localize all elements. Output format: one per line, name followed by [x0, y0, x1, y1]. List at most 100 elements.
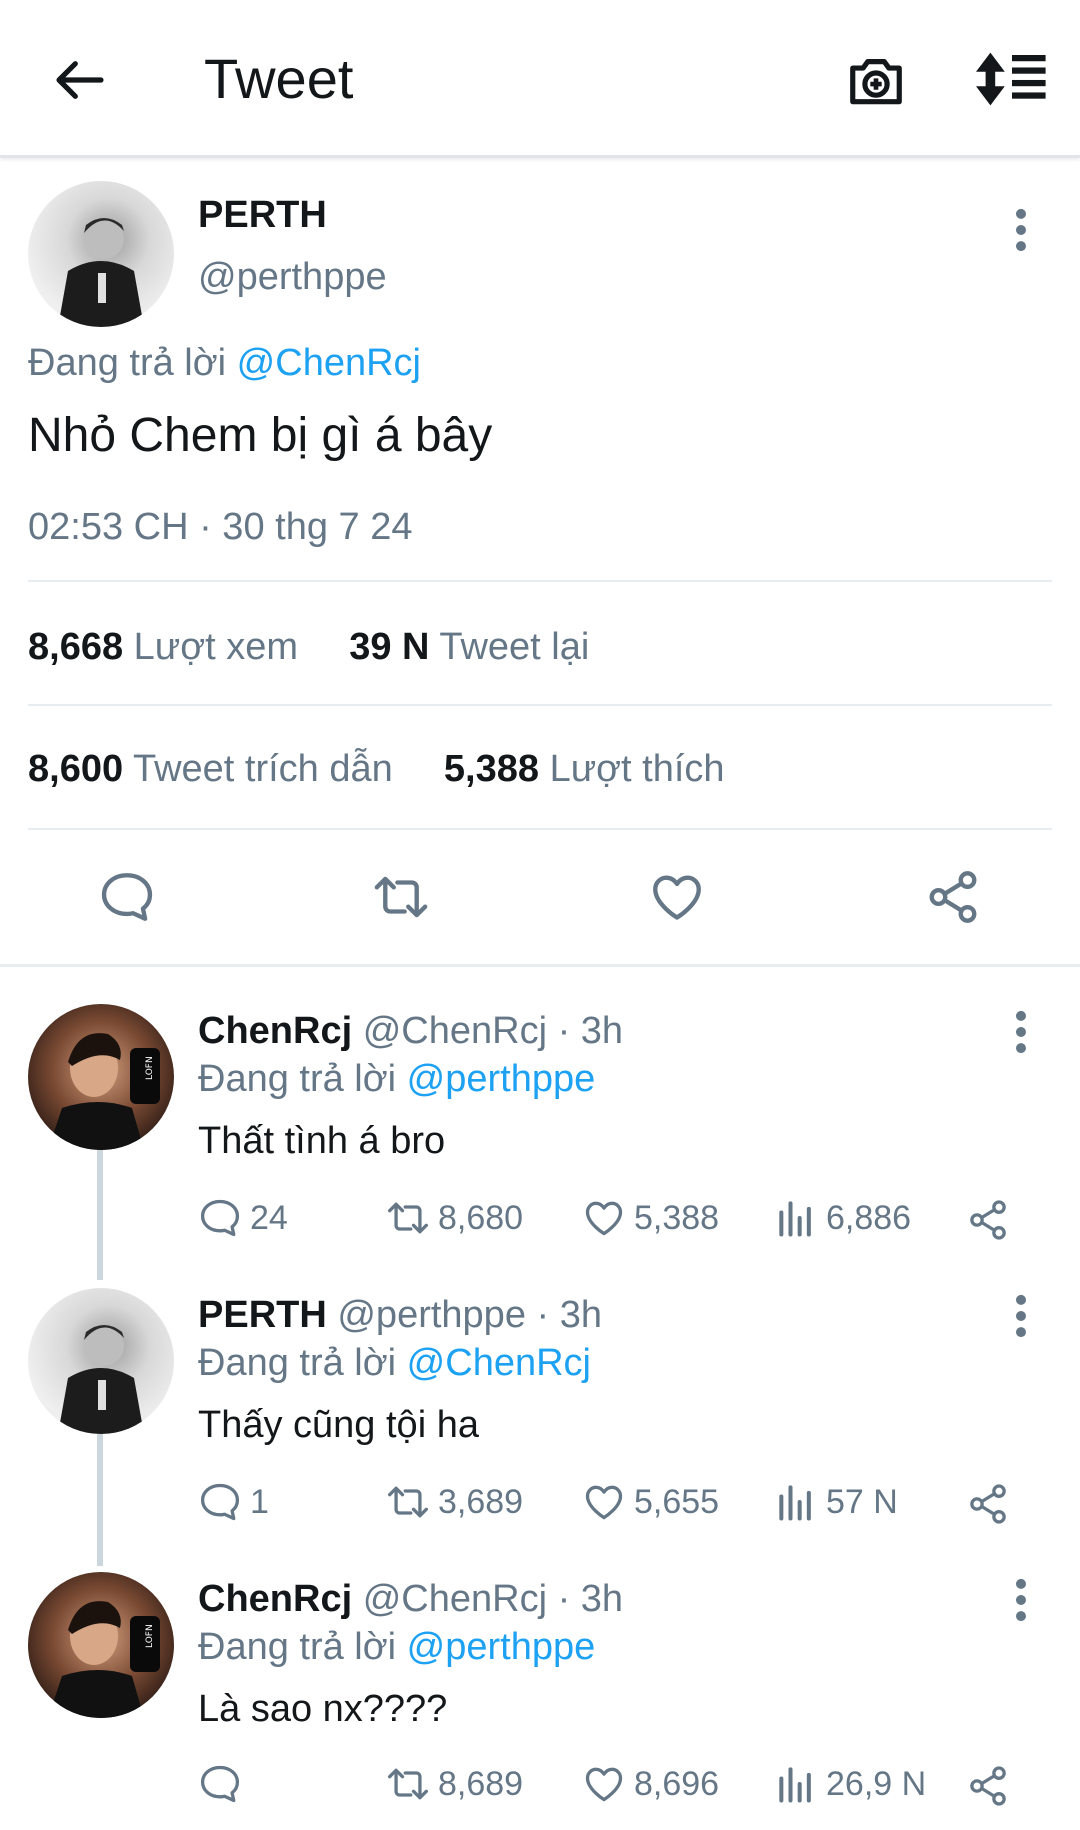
- camera-add-icon[interactable]: [845, 50, 907, 112]
- more-options-icon[interactable]: [1006, 1578, 1036, 1622]
- views-bar-chart-icon: [779, 1201, 811, 1237]
- retweet-button[interactable]: 3,689: [386, 1480, 523, 1524]
- replying-to-label: Đang trả lời: [198, 1058, 397, 1100]
- reply-avatar[interactable]: [28, 1288, 174, 1434]
- top-app-bar: Tweet: [0, 0, 1080, 158]
- reply-icon: [200, 1199, 240, 1237]
- reply-header: ChenRcj @ChenRcj · 3h: [198, 1010, 623, 1053]
- more-options-icon[interactable]: [1006, 208, 1036, 252]
- person-selfie: LOFN: [48, 1601, 160, 1718]
- reply-text: Là sao nx????: [198, 1688, 448, 1730]
- retweet-icon: [388, 1202, 428, 1234]
- replying-to-mention[interactable]: @perthppe: [407, 1626, 596, 1668]
- like-count: 5,388: [634, 1198, 720, 1237]
- views-bar-chart-icon: [779, 1767, 811, 1803]
- retweets-count[interactable]: 39 N: [349, 626, 429, 668]
- like-button[interactable]: 5,655: [582, 1480, 719, 1524]
- reply-count: 1: [250, 1482, 269, 1521]
- svg-text:LOFN: LOFN: [145, 1056, 155, 1080]
- reply-header: PERTH @perthppe · 3h: [198, 1294, 602, 1337]
- stats-row-quotes-likes: 8,600 Tweet trích dẫn 5,388 Lượt thích: [28, 748, 725, 791]
- like-icon: [585, 1767, 623, 1802]
- share-icon[interactable]: [924, 868, 982, 926]
- retweets-label[interactable]: Tweet lại: [439, 626, 589, 668]
- share-icon[interactable]: [966, 1198, 1010, 1242]
- replying-to: Đang trả lời @ChenRcj: [198, 1342, 591, 1385]
- replying-to: Đang trả lời @perthppe: [198, 1058, 595, 1101]
- quotes-count[interactable]: 8,600: [28, 748, 123, 790]
- sort-replies-icon[interactable]: [976, 50, 1048, 108]
- author-handle[interactable]: @perthppe: [198, 256, 387, 299]
- person-silhouette: [58, 1325, 144, 1434]
- replying-to: Đang trả lời @ChenRcj: [28, 342, 421, 385]
- thread-connector: [97, 1150, 103, 1280]
- share-icon[interactable]: [966, 1482, 1010, 1526]
- reply-text: Thất tình á bro: [198, 1120, 446, 1162]
- views-button[interactable]: 57 N: [774, 1480, 898, 1524]
- like-count: 5,655: [634, 1482, 720, 1521]
- like-count: 8,696: [634, 1764, 720, 1803]
- reply-icon: [200, 1483, 240, 1521]
- more-options-icon[interactable]: [1006, 1294, 1036, 1338]
- like-icon: [585, 1485, 623, 1520]
- reply-text: Thấy cũng tội ha: [198, 1404, 479, 1446]
- reply-avatar[interactable]: LOFN: [28, 1572, 174, 1718]
- views-count: 26,9 N: [826, 1764, 927, 1803]
- views-count: 8,668: [28, 626, 124, 668]
- replying-to-mention[interactable]: @ChenRcj: [407, 1342, 591, 1384]
- thread-connector: [97, 1434, 103, 1566]
- replying-to-label: Đang trả lời: [198, 1626, 397, 1668]
- reply-avatar[interactable]: LOFN: [28, 1004, 174, 1150]
- reply-author-name[interactable]: ChenRcj: [198, 1578, 352, 1620]
- svg-text:LOFN: LOFN: [145, 1624, 155, 1648]
- like-icon: [585, 1201, 623, 1236]
- divider: [28, 704, 1052, 706]
- reply-icon[interactable]: [98, 868, 156, 926]
- like-button[interactable]: 5,388: [582, 1196, 719, 1240]
- replying-to-label: Đang trả lời: [28, 342, 227, 384]
- author-avatar[interactable]: [28, 181, 174, 327]
- retweet-count: 8,680: [438, 1198, 524, 1237]
- views-count: 6,886: [826, 1198, 912, 1237]
- reply-button[interactable]: [198, 1762, 250, 1806]
- reply-author-name[interactable]: PERTH: [198, 1294, 327, 1336]
- retweet-button[interactable]: 8,680: [386, 1196, 523, 1240]
- back-arrow-icon[interactable]: [52, 52, 108, 108]
- replying-to-mention[interactable]: @perthppe: [407, 1058, 596, 1100]
- like-icon[interactable]: [648, 868, 706, 926]
- reply-header: ChenRcj @ChenRcj · 3h: [198, 1578, 623, 1621]
- replying-to: Đang trả lời @perthppe: [198, 1626, 595, 1669]
- tweet-text: Nhỏ Chem bị gì á bây: [28, 409, 493, 462]
- reply-handle-time: @ChenRcj · 3h: [362, 1578, 624, 1620]
- page-title: Tweet: [204, 47, 354, 110]
- reply-count: 24: [250, 1198, 288, 1237]
- views-label: Lượt xem: [133, 626, 299, 668]
- stats-row-views-retweets: 8,668 Lượt xem 39 N Tweet lại: [28, 626, 589, 669]
- retweet-count: 8,689: [438, 1764, 524, 1803]
- author-name[interactable]: PERTH: [198, 194, 327, 237]
- more-options-icon[interactable]: [1006, 1010, 1036, 1054]
- reply-button[interactable]: 24: [198, 1196, 288, 1240]
- share-icon[interactable]: [966, 1764, 1010, 1808]
- replying-to-label: Đang trả lời: [198, 1342, 397, 1384]
- views-count: 57 N: [826, 1482, 898, 1521]
- retweet-icon: [388, 1768, 428, 1800]
- divider: [28, 580, 1052, 582]
- views-button[interactable]: 26,9 N: [774, 1762, 926, 1806]
- retweet-icon[interactable]: [372, 868, 430, 926]
- replying-to-mention[interactable]: @ChenRcj: [237, 342, 421, 384]
- views-button[interactable]: 6,886: [774, 1196, 911, 1240]
- reply-icon: [200, 1765, 240, 1803]
- reply-author-name[interactable]: ChenRcj: [198, 1010, 352, 1052]
- tweet-timestamp: 02:53 CH · 30 thg 7 24: [28, 506, 413, 548]
- likes-label[interactable]: Lượt thích: [550, 748, 725, 790]
- retweet-button[interactable]: 8,689: [386, 1762, 523, 1806]
- retweet-count: 3,689: [438, 1482, 524, 1521]
- quotes-label[interactable]: Tweet trích dẫn: [133, 748, 393, 790]
- like-button[interactable]: 8,696: [582, 1762, 719, 1806]
- person-selfie: LOFN: [48, 1033, 160, 1150]
- reply-button[interactable]: 1: [198, 1480, 269, 1524]
- person-silhouette: [58, 218, 144, 327]
- reply-handle-time: @ChenRcj · 3h: [362, 1010, 624, 1052]
- likes-count[interactable]: 5,388: [444, 748, 539, 790]
